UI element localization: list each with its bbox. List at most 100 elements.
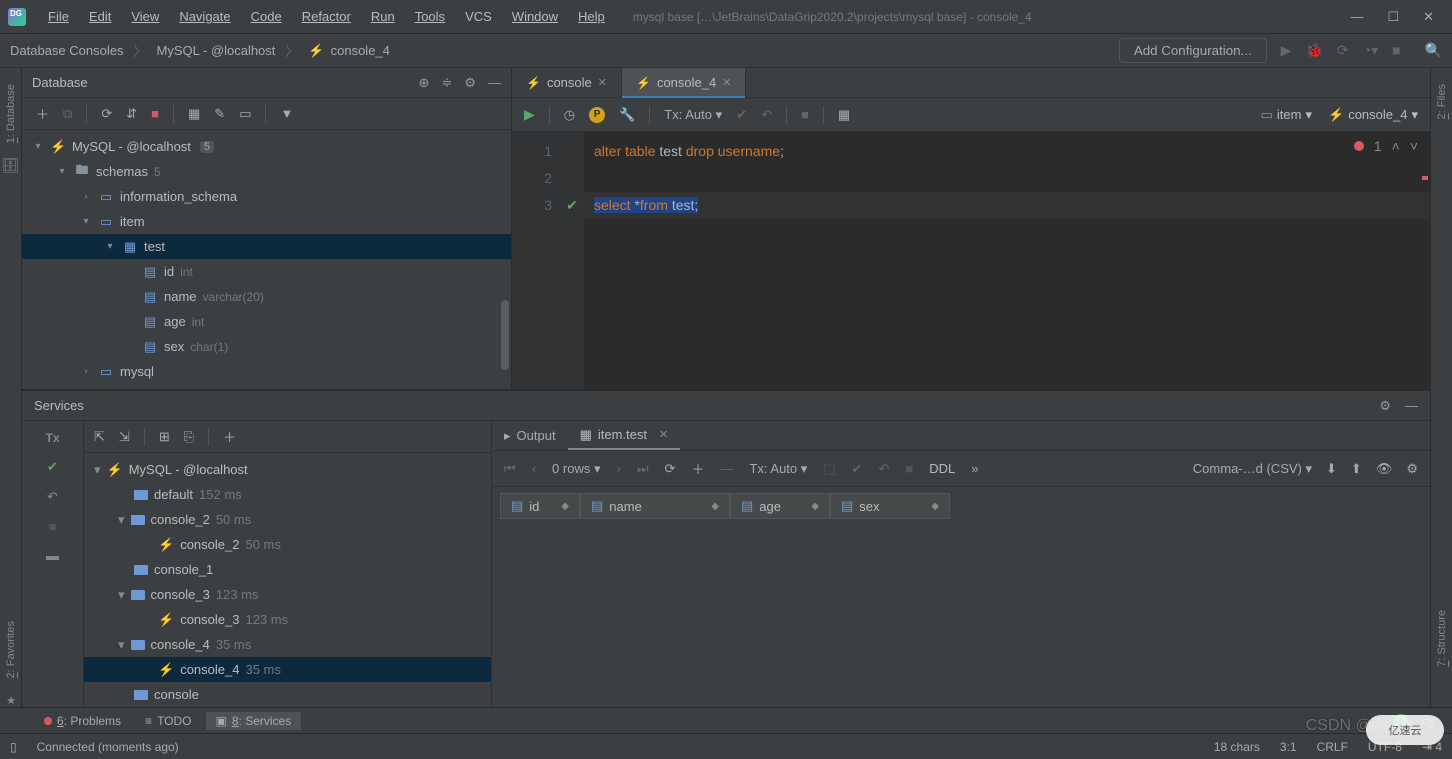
menu-code[interactable]: Code bbox=[243, 5, 290, 28]
open-tab-icon[interactable]: ⎘ bbox=[184, 429, 194, 445]
sync-icon[interactable]: ⊕ bbox=[419, 75, 430, 91]
status-encoding[interactable]: UTF-8 bbox=[1368, 740, 1402, 754]
status-frame-icon[interactable]: ▯ bbox=[10, 740, 17, 754]
close-icon[interactable]: ✕ bbox=[1423, 9, 1434, 25]
add-icon[interactable]: ＋ bbox=[36, 104, 49, 123]
settings-icon[interactable]: ⚙ bbox=[464, 75, 476, 91]
rail-files[interactable]: 2: Files bbox=[1436, 84, 1448, 119]
rollback-result-icon[interactable]: ↶ bbox=[879, 461, 890, 477]
status-indent[interactable]: ⇥ 4 bbox=[1422, 740, 1442, 754]
status-line-sep[interactable]: CRLF bbox=[1317, 740, 1348, 754]
database-tree[interactable]: ▾⚡ MySQL - @localhost 5 ▾🖿 schemas 5 ›▭ … bbox=[22, 130, 511, 389]
tab-problems[interactable]: 6: Problems bbox=[34, 712, 131, 730]
tab-services[interactable]: ▣8: Services bbox=[206, 712, 302, 730]
commit-icon[interactable]: ✔ bbox=[736, 107, 747, 123]
download-icon[interactable]: ⬇ bbox=[1326, 461, 1337, 477]
next-page-icon[interactable]: › bbox=[616, 461, 620, 476]
submit-icon[interactable]: ⬚ bbox=[823, 461, 835, 477]
tree-schema-mysql[interactable]: ›▭ mysql bbox=[22, 359, 511, 384]
tx-icon[interactable]: Tx bbox=[45, 431, 59, 445]
next-error-icon[interactable]: ˅ bbox=[1410, 138, 1418, 154]
breadcrumb[interactable]: Database Consoles 〉 MySQL - @localhost 〉… bbox=[10, 41, 390, 60]
rollback-icon[interactable]: ↶ bbox=[761, 107, 772, 123]
tree-scrollbar[interactable] bbox=[501, 300, 509, 370]
profile-icon[interactable]: ◔▾ bbox=[1363, 42, 1378, 59]
menu-edit[interactable]: Edit bbox=[81, 5, 119, 28]
tab-console-4[interactable]: ⚡ console_4 ✕ bbox=[622, 68, 746, 97]
menu-vcs[interactable]: VCS bbox=[457, 5, 500, 28]
result-grid[interactable]: ▤id◆ ▤name◆ ▤age◆ ▤sex◆ bbox=[492, 487, 1430, 525]
notification-badge[interactable]: 1 bbox=[1394, 714, 1408, 728]
run-icon[interactable]: ▶ bbox=[1281, 42, 1292, 59]
expand-icon[interactable]: ⇱ bbox=[94, 429, 105, 445]
minimize-icon[interactable]: — bbox=[1350, 9, 1363, 25]
collapse-icon[interactable]: ⇲ bbox=[119, 429, 130, 445]
tree-datasource[interactable]: ▾⚡ MySQL - @localhost 5 bbox=[22, 134, 511, 159]
more-icon[interactable]: » bbox=[971, 461, 978, 476]
services-tree[interactable]: ▾⚡MySQL - @localhost default152 ms ▾cons… bbox=[84, 453, 491, 707]
refresh-icon[interactable]: ⟳ bbox=[101, 106, 112, 122]
col-header-name[interactable]: ▤name◆ bbox=[580, 493, 730, 519]
services-settings-icon[interactable]: ⚙ bbox=[1379, 398, 1391, 414]
col-header-age[interactable]: ▤age◆ bbox=[730, 493, 830, 519]
rail-structure[interactable]: 7: Structure bbox=[1436, 610, 1448, 667]
prev-error-icon[interactable]: ˄ bbox=[1392, 138, 1400, 154]
session-selector[interactable]: ▭ item ▾ bbox=[1261, 107, 1312, 123]
menu-run[interactable]: Run bbox=[363, 5, 403, 28]
ddl-button[interactable]: DDL bbox=[929, 461, 955, 476]
close-tab-icon[interactable]: ✕ bbox=[659, 428, 668, 441]
query-console-icon[interactable]: ▭ bbox=[239, 106, 251, 122]
tab-console[interactable]: ⚡ console ✕ bbox=[512, 68, 622, 97]
target-selector[interactable]: ⚡ console_4 ▾ bbox=[1328, 107, 1418, 123]
status-position[interactable]: 3:1 bbox=[1280, 740, 1297, 754]
tab-todo[interactable]: ≡TODO bbox=[135, 712, 201, 730]
services-hide-icon[interactable]: — bbox=[1405, 398, 1418, 414]
commit-icon[interactable]: ✔ bbox=[47, 459, 58, 475]
remove-row-icon[interactable]: — bbox=[720, 461, 733, 476]
rail-database[interactable]: 1: Database bbox=[5, 84, 17, 143]
tree-col-id[interactable]: ▤idint bbox=[22, 259, 511, 284]
tx-mode-select[interactable]: Tx: Auto ▾ bbox=[664, 107, 722, 123]
upload-icon[interactable]: ⬆ bbox=[1351, 461, 1362, 477]
menu-window[interactable]: Window bbox=[504, 5, 566, 28]
crumb-root[interactable]: Database Consoles bbox=[10, 43, 123, 58]
coverage-icon[interactable]: ⟳ bbox=[1337, 42, 1349, 59]
prev-page-icon[interactable]: ‹ bbox=[532, 461, 536, 476]
tree-col-name[interactable]: ▤namevarchar(20) bbox=[22, 284, 511, 309]
filter-icon[interactable]: ▼ bbox=[280, 106, 293, 121]
search-icon[interactable]: 🔍 bbox=[1425, 42, 1442, 59]
stop-icon[interactable]: ■ bbox=[151, 106, 159, 121]
table-view-icon[interactable]: ▦ bbox=[188, 106, 200, 122]
tree-col-sex[interactable]: ▤sexchar(1) bbox=[22, 334, 511, 359]
menu-refactor[interactable]: Refactor bbox=[294, 5, 359, 28]
duplicate-icon[interactable]: ⧉ bbox=[63, 106, 72, 122]
tree-table-test[interactable]: ▾▦ test bbox=[22, 234, 511, 259]
add-row-icon[interactable]: ＋ bbox=[691, 459, 704, 478]
tree-schema-item[interactable]: ▾▭ item bbox=[22, 209, 511, 234]
menu-help[interactable]: Help bbox=[570, 5, 613, 28]
menu-view[interactable]: View bbox=[123, 5, 167, 28]
code-editor[interactable]: 123 ✔ alter table test drop username; bbox=[512, 132, 1430, 389]
tree-schema-info[interactable]: ›▭ information_schema bbox=[22, 184, 511, 209]
menu-navigate[interactable]: Navigate bbox=[171, 5, 238, 28]
col-header-sex[interactable]: ▤sex◆ bbox=[830, 493, 950, 519]
maximize-icon[interactable]: ☐ bbox=[1387, 9, 1399, 25]
edit-icon[interactable]: ✎ bbox=[214, 106, 225, 122]
view-as-icon[interactable]: ▦ bbox=[838, 107, 850, 123]
error-stripe[interactable] bbox=[1422, 176, 1428, 180]
add-configuration-button[interactable]: Add Configuration... bbox=[1119, 38, 1267, 63]
add-service-icon[interactable]: ＋ bbox=[223, 427, 236, 446]
inspections-widget[interactable]: 1 ˄ ˅ bbox=[1354, 138, 1418, 154]
tab-output[interactable]: ▸Output bbox=[492, 421, 568, 450]
view-icon[interactable]: ▬ bbox=[46, 548, 59, 563]
tx-mode-result[interactable]: Tx: Auto ▾ bbox=[749, 461, 807, 477]
collapse-icon[interactable]: ≑ bbox=[441, 75, 452, 91]
debug-icon[interactable]: 🐞 bbox=[1305, 42, 1322, 59]
hide-icon[interactable]: — bbox=[488, 75, 501, 91]
explain-plan-icon[interactable]: P bbox=[589, 107, 605, 123]
menu-tools[interactable]: Tools bbox=[407, 5, 453, 28]
crumb-file[interactable]: console_4 bbox=[331, 43, 390, 58]
menu-file[interactable]: File bbox=[40, 5, 77, 28]
commit-result-icon[interactable]: ✔ bbox=[852, 461, 863, 477]
reload-icon[interactable]: ⟳ bbox=[665, 461, 676, 477]
